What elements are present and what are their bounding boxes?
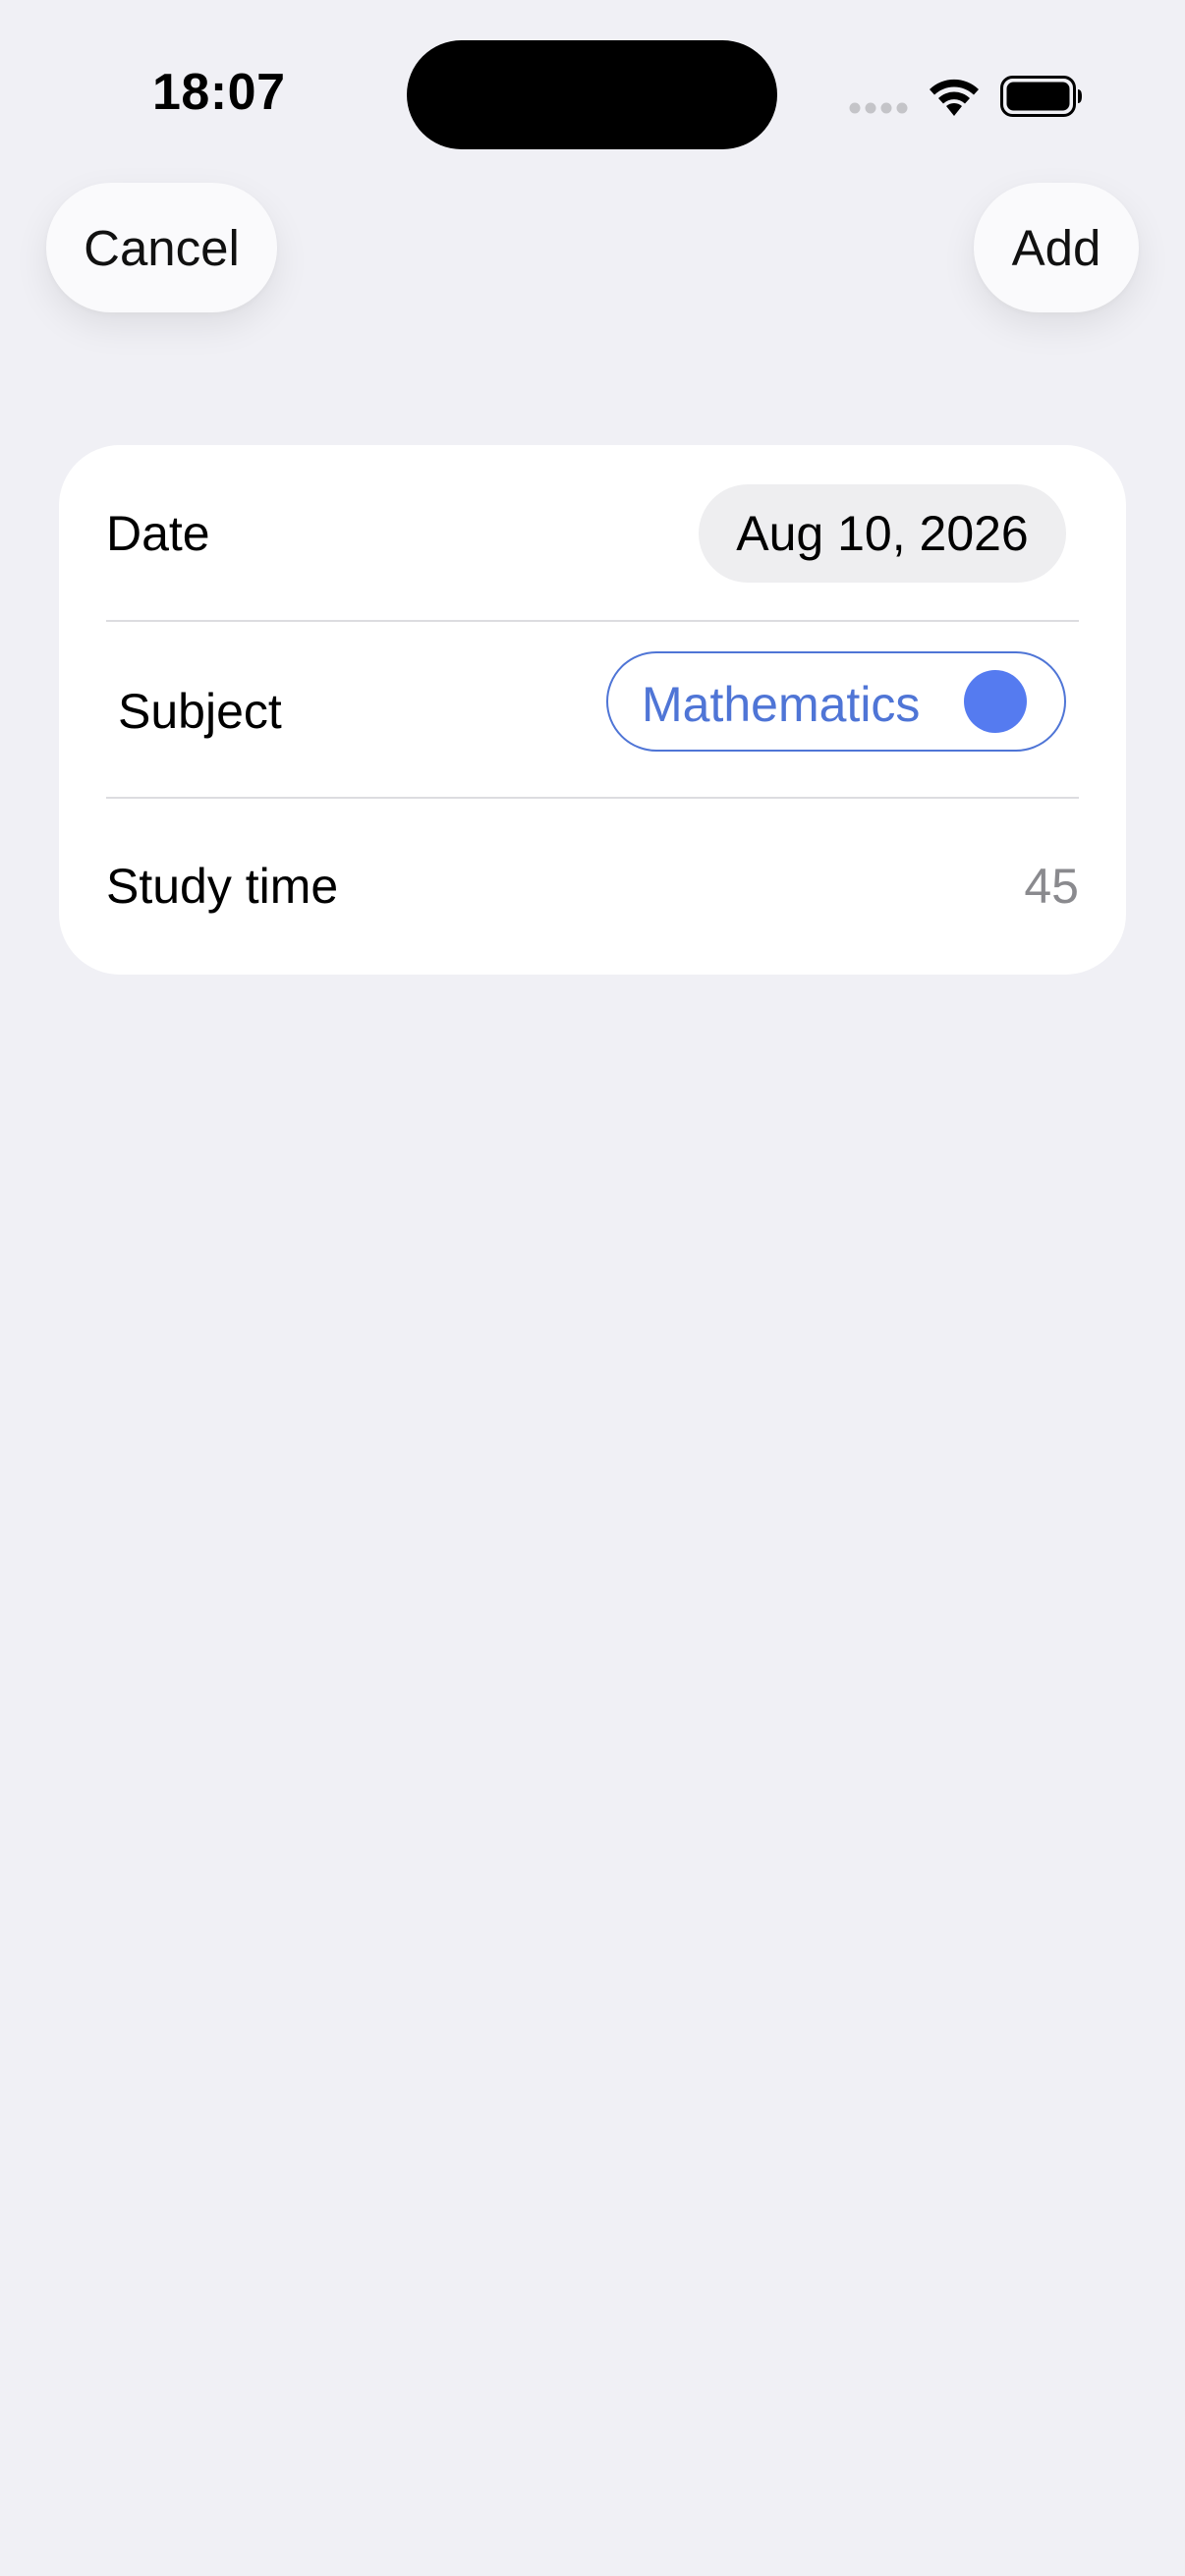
cellular-signal-icon: [849, 102, 908, 114]
date-row: Date Aug 10, 2026: [59, 445, 1126, 620]
cancel-button[interactable]: Cancel: [46, 183, 277, 312]
date-picker-button[interactable]: Aug 10, 2026: [699, 484, 1066, 583]
status-time: 18:07: [152, 64, 286, 121]
subject-picker[interactable]: Mathematics: [606, 651, 1066, 752]
add-button[interactable]: Add: [974, 183, 1139, 312]
study-entry-form: Date Aug 10, 2026 Subject Mathematics St…: [59, 445, 1126, 975]
battery-icon: [1000, 76, 1082, 117]
study-time-row: Study time 45: [59, 799, 1126, 975]
subject-color-dot: [964, 670, 1027, 733]
study-time-label: Study time: [106, 859, 339, 914]
subject-value: Mathematics: [642, 677, 921, 732]
date-label: Date: [106, 506, 210, 561]
wifi-icon: [930, 79, 979, 116]
dynamic-island: [407, 40, 777, 149]
subject-row: Subject Mathematics: [59, 622, 1126, 797]
subject-label: Subject: [118, 684, 282, 739]
study-time-field[interactable]: 45: [1024, 858, 1079, 915]
